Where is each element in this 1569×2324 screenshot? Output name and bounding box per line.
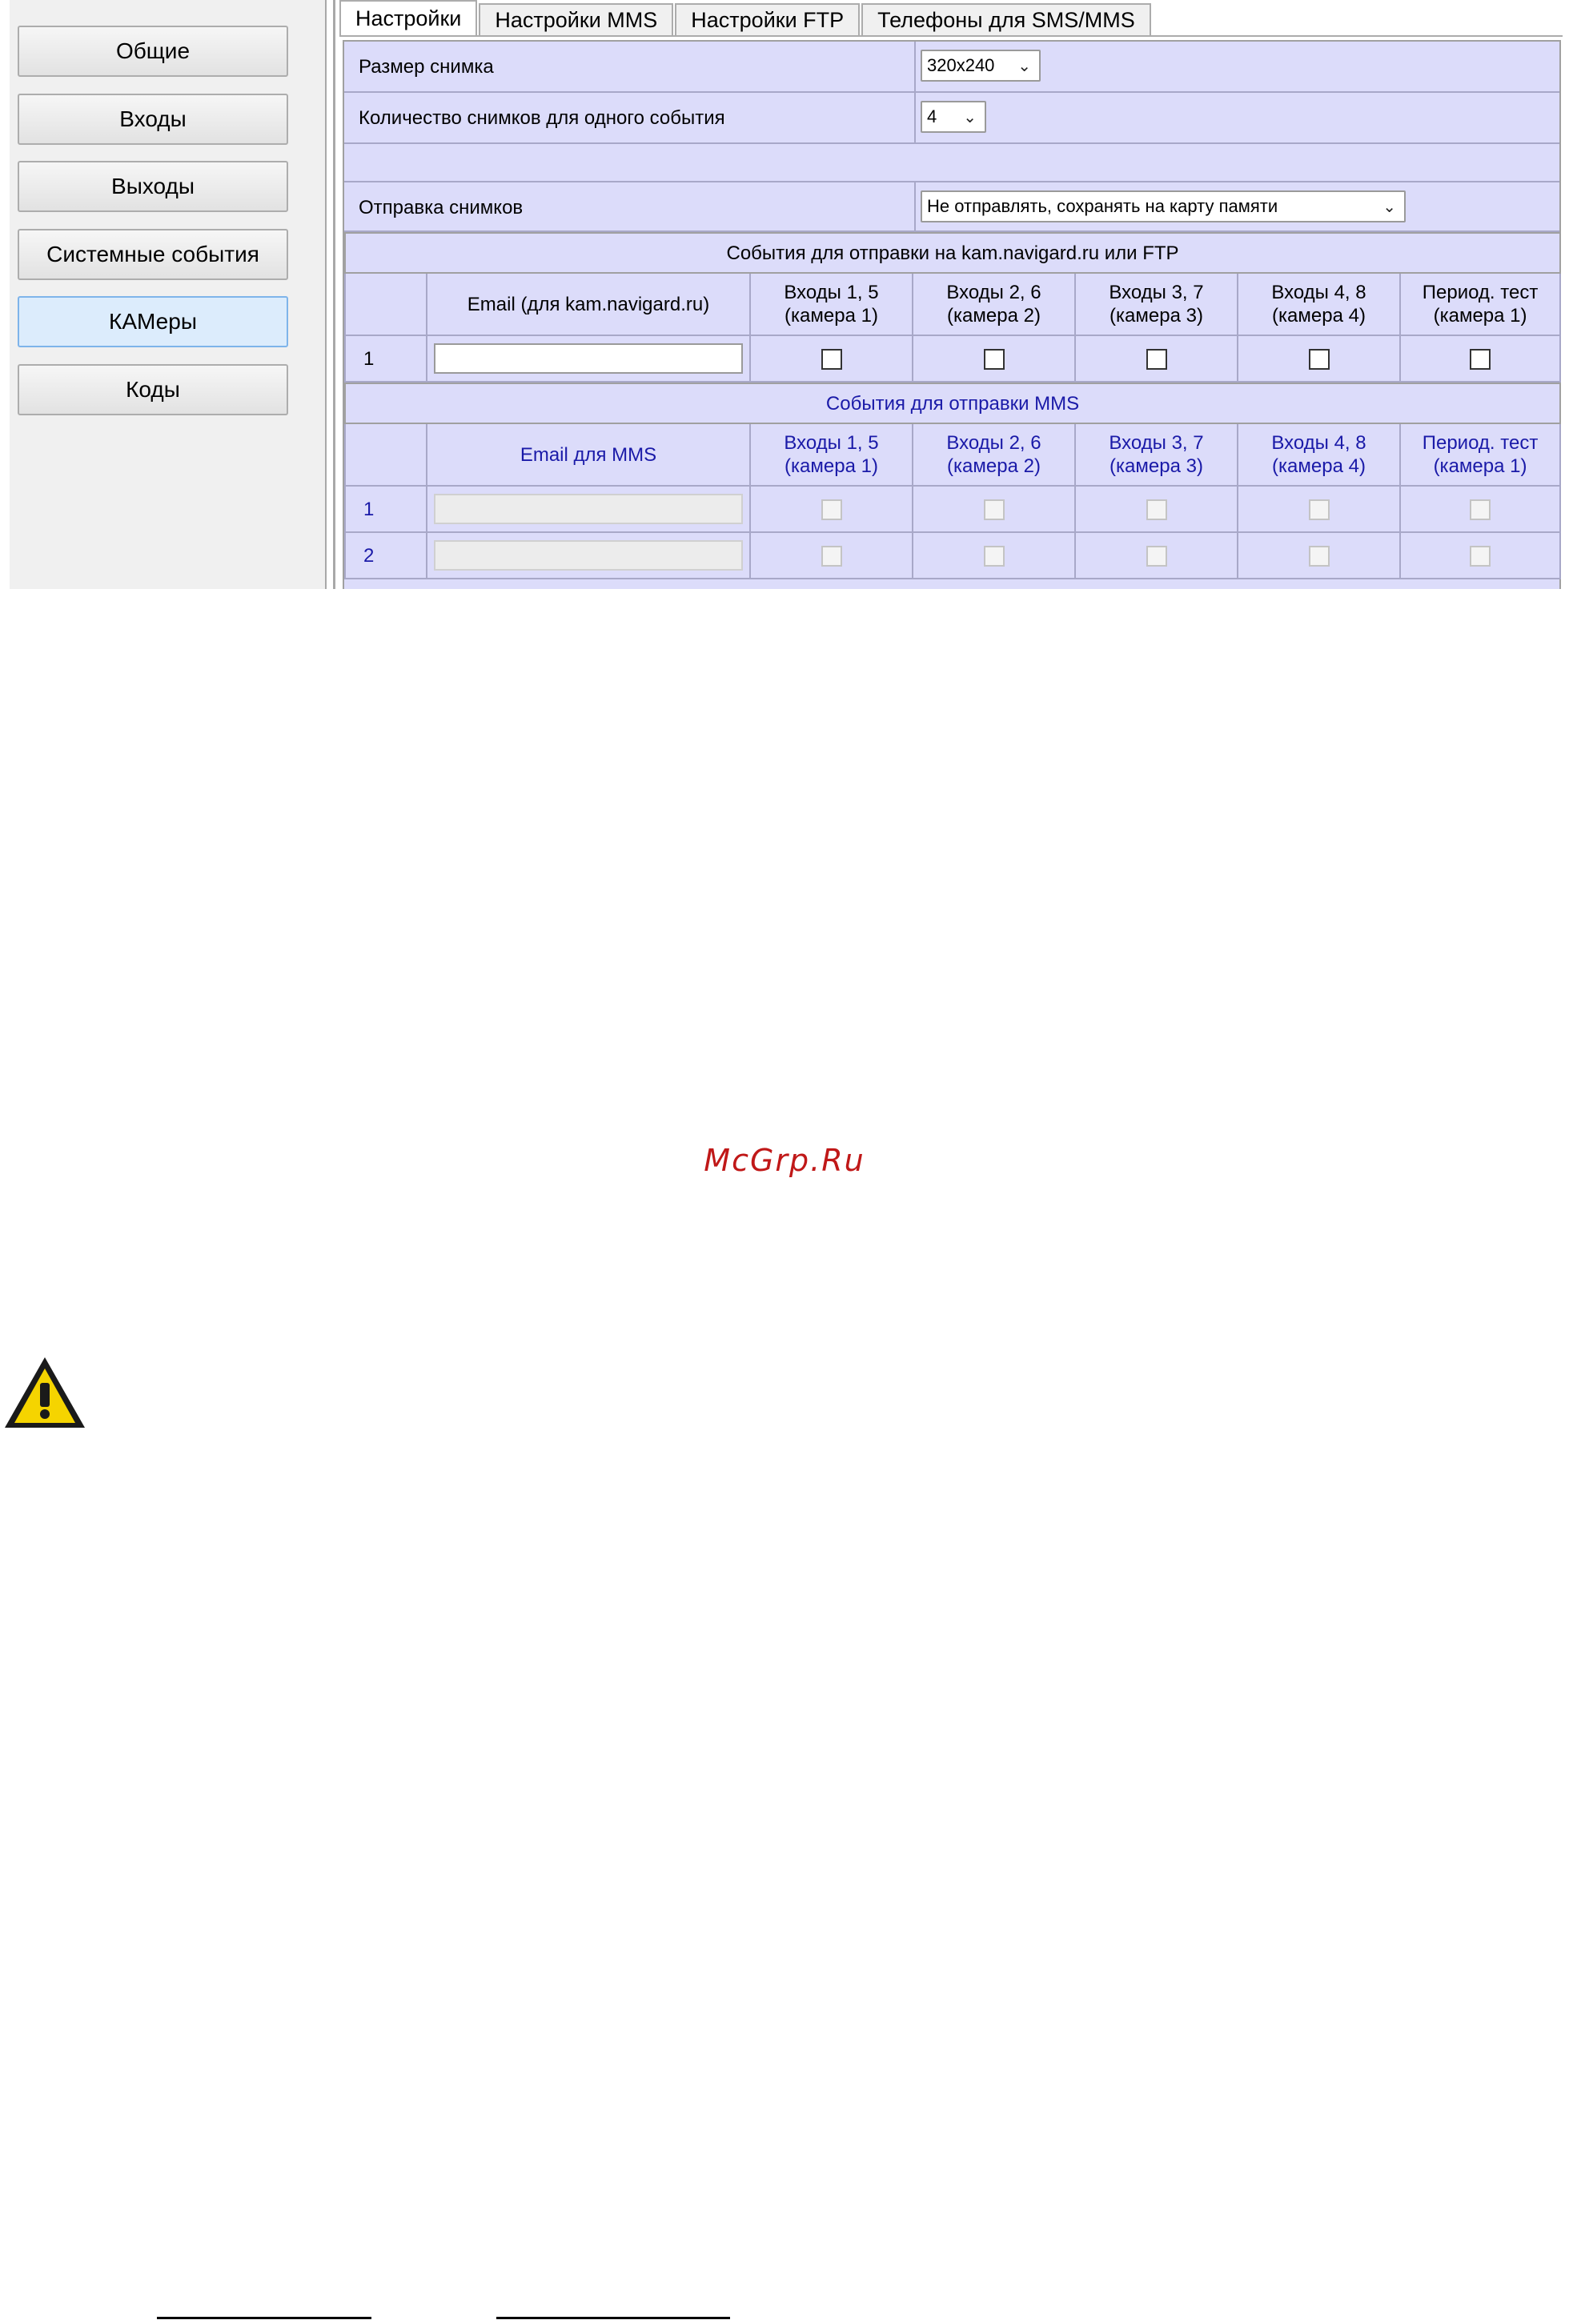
sidebar: Общие Входы Выходы Системные события КАМ…	[10, 0, 327, 589]
email-header-num	[344, 272, 427, 336]
photo-count-select[interactable]: 4 ⌄	[921, 101, 986, 133]
checkbox-test[interactable]	[1470, 499, 1491, 521]
mms-email-input[interactable]	[434, 494, 743, 524]
checkbox-cam3[interactable]	[1146, 546, 1167, 567]
photo-size-value: 320x240	[927, 55, 995, 75]
checkbox-cam3[interactable]	[1146, 349, 1167, 371]
email-events-table: События для отправки на kam.navigard.ru …	[343, 232, 1562, 383]
sidebar-item-outputs[interactable]: Выходы	[18, 161, 288, 212]
mms-header-cam1: Входы 1, 5 (камера 1)	[749, 423, 913, 487]
email-header-email: Email (для kam.navigard.ru)	[426, 272, 751, 336]
checkbox-cam3[interactable]	[1146, 499, 1167, 521]
underline-blank	[496, 2317, 730, 2319]
email-table-title: События для отправки на kam.navigard.ru …	[343, 232, 1562, 274]
checkbox-cam2[interactable]	[983, 546, 1005, 567]
row-number: 1	[344, 335, 427, 383]
checkbox-cam2[interactable]	[983, 349, 1005, 371]
photo-count-value: 4	[927, 106, 937, 126]
photo-size-label: Размер снимка	[359, 56, 494, 78]
mms-header-cam4: Входы 4, 8 (камера 4)	[1237, 423, 1401, 487]
mms-header-cam3: Входы 3, 7 (камера 3)	[1074, 423, 1238, 487]
chevron-down-icon: ⌄	[963, 109, 977, 126]
row-number: 2	[344, 531, 427, 579]
sidebar-item-inputs[interactable]: Входы	[18, 94, 288, 145]
checkbox-cam1[interactable]	[821, 349, 842, 371]
email-input[interactable]	[434, 343, 743, 374]
chevron-down-icon: ⌄	[1382, 198, 1396, 216]
table-row: 2	[344, 531, 1562, 579]
email-header-cam1: Входы 1, 5 (камера 1)	[749, 272, 913, 336]
row-photo-count: Количество снимков для одного события 4 …	[344, 93, 1559, 144]
warning-triangle-icon	[5, 1357, 85, 1428]
mms-table-title: События для отправки MMS	[343, 383, 1562, 424]
row-spacer	[344, 144, 1559, 182]
row-photo-size: Размер снимка 320x240 ⌄	[344, 42, 1559, 93]
tab-settings[interactable]: Настройки	[339, 0, 478, 35]
screenshot: Общие Входы Выходы Системные события КАМ…	[0, 0, 1569, 589]
email-header-cam2: Входы 2, 6 (камера 2)	[912, 272, 1076, 336]
checkbox-cam4[interactable]	[1308, 349, 1330, 371]
send-photos-value: Не отправлять, сохранять на карту памяти	[927, 196, 1278, 216]
checkbox-cam1[interactable]	[821, 499, 842, 521]
sidebar-item-general[interactable]: Общие	[18, 26, 288, 77]
email-header-cam3: Входы 3, 7 (камера 3)	[1074, 272, 1238, 336]
row-number: 1	[344, 485, 427, 533]
email-header-test: Период. тест (камера 1)	[1398, 272, 1562, 336]
checkbox-cam2[interactable]	[983, 499, 1005, 521]
checkbox-cam4[interactable]	[1308, 546, 1330, 567]
mms-header-cam2: Входы 2, 6 (камера 2)	[912, 423, 1076, 487]
checkbox-test[interactable]	[1470, 546, 1491, 567]
send-photos-label: Отправка снимков	[359, 197, 524, 218]
tab-sms-mms-phones[interactable]: Телефоны для SMS/MMS	[861, 3, 1151, 35]
sidebar-item-cameras[interactable]: КАМеры	[18, 296, 288, 347]
tab-ftp-settings[interactable]: Настройки FTP	[675, 3, 861, 35]
mms-header-test: Период. тест (камера 1)	[1398, 423, 1562, 487]
mms-header-num	[344, 423, 427, 487]
photo-size-select[interactable]: 320x240 ⌄	[921, 50, 1041, 82]
row-send-photos: Отправка снимков Не отправлять, сохранят…	[344, 182, 1559, 232]
tab-bar: Настройки Настройки MMS Настройки FTP Те…	[339, 0, 1153, 35]
send-photos-select[interactable]: Не отправлять, сохранять на карту памяти…	[921, 190, 1406, 222]
sidebar-splitter[interactable]	[333, 0, 335, 589]
checkbox-cam1[interactable]	[821, 546, 842, 567]
chevron-down-icon: ⌄	[1017, 58, 1031, 75]
sidebar-item-system-events[interactable]: Системные события	[18, 229, 288, 280]
watermark: McGrp.Ru	[704, 1143, 865, 1178]
table-row: 1	[344, 485, 1562, 533]
settings-grid: Размер снимка 320x240 ⌄ Количество снимк…	[343, 40, 1562, 589]
settings-panel: Размер снимка 320x240 ⌄ Количество снимк…	[339, 35, 1563, 589]
table-row: 1	[344, 335, 1562, 383]
underline-blank	[157, 2317, 371, 2319]
mms-email-input[interactable]	[434, 540, 743, 571]
checkbox-test[interactable]	[1470, 349, 1491, 371]
checkbox-cam4[interactable]	[1308, 499, 1330, 521]
sidebar-item-codes[interactable]: Коды	[18, 364, 288, 415]
tab-mms-settings[interactable]: Настройки MMS	[479, 3, 674, 35]
mms-header-email: Email для MMS	[426, 423, 751, 487]
mms-events-table: События для отправки MMS Email для MMS В…	[343, 383, 1562, 579]
photo-count-label: Количество снимков для одного события	[359, 107, 725, 129]
email-header-cam4: Входы 4, 8 (камера 4)	[1237, 272, 1401, 336]
